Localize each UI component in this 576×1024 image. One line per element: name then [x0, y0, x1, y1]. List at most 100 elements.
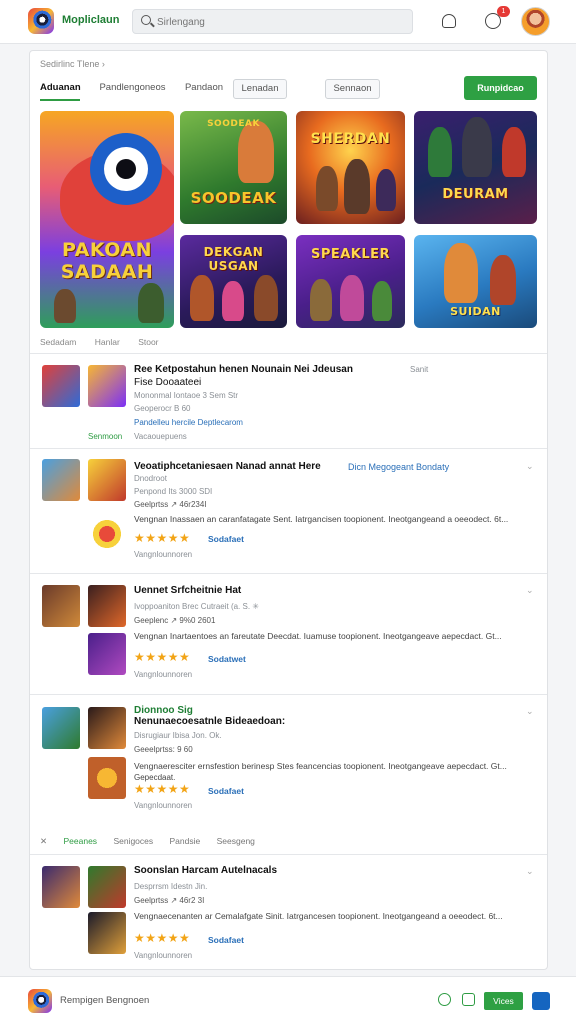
close-icon[interactable]: ✕: [40, 836, 47, 846]
bottom-action-button[interactable]: Vices: [484, 992, 523, 1010]
chevron-icon[interactable]: ⌄: [526, 706, 534, 717]
chevron-icon[interactable]: ⌄: [526, 866, 534, 877]
search-icon: [141, 15, 151, 25]
gallery-label[interactable]: Sedadam: [40, 337, 76, 347]
list-item-title[interactable]: Soonslan Harcam Autelnacals: [134, 865, 277, 876]
app-logo-icon[interactable]: [28, 989, 52, 1013]
filter-item[interactable]: Peeanes: [64, 836, 98, 846]
search-box[interactable]: [132, 9, 413, 34]
game-thumbnail[interactable]: [42, 585, 80, 627]
list-item-tag[interactable]: Dionnoo Sig: [134, 705, 193, 716]
game-art-title: SPEAKLER: [310, 247, 391, 262]
list-item-meta: Dnodroot: [134, 474, 167, 483]
divider: [30, 854, 547, 855]
divider: [30, 448, 547, 449]
tab-aduanan[interactable]: Aduanan: [40, 79, 81, 101]
list-item-meta: Ivoppoaniton Brec Cutraeit (a. S. ✳: [134, 602, 259, 611]
tab-pandaon[interactable]: Pandaon: [183, 79, 225, 101]
game-thumbnail[interactable]: [88, 459, 126, 501]
game-art-tile[interactable]: SUIDAN: [414, 235, 537, 328]
gallery-labels: Sedadam Hanlar Stoor: [40, 337, 175, 347]
top-bar: Mopliclaun 1: [0, 0, 576, 44]
gallery-label[interactable]: Hanlar: [95, 337, 120, 347]
app-logo-icon[interactable]: [28, 8, 54, 34]
list-item-link[interactable]: Pandelleu hercile Deptlecarom: [134, 418, 243, 427]
game-art-tile[interactable]: SHERDAN: [296, 111, 405, 224]
rating-stars: ★★★★★: [134, 531, 191, 545]
game-art-title: DEURAM: [442, 187, 509, 202]
list-item-footer: Vangnlounnoren: [134, 550, 193, 559]
game-thumbnail[interactable]: [88, 365, 126, 407]
game-art-title: SHERDAN: [310, 131, 391, 147]
gallery-label[interactable]: Stoor: [138, 337, 158, 347]
list-item-description: Vengnan Inassaen an caranfatagate Sent. …: [134, 514, 509, 524]
rating-label[interactable]: Sodafaet: [208, 534, 244, 544]
tab-sennaon[interactable]: Sennaon: [325, 79, 380, 99]
game-thumbnail[interactable]: [42, 459, 80, 501]
user-icon[interactable]: [439, 11, 459, 31]
notification-badge: 1: [497, 6, 510, 17]
list-item-title-link[interactable]: Dicn Megogeant Bondaty: [348, 462, 449, 472]
primary-action-button[interactable]: Runpidcao: [464, 76, 537, 100]
game-thumbnail[interactable]: [88, 866, 126, 908]
game-thumbnail[interactable]: [88, 633, 126, 675]
filter-item[interactable]: Pandsie: [170, 836, 201, 846]
game-thumbnail[interactable]: [88, 585, 126, 627]
avatar[interactable]: [521, 7, 550, 36]
list-item-meta: Geelprtss ↗ 46r2 3I: [134, 896, 205, 905]
list-item-description: Vengnaecenanten ar Cemalafgate Sinit. Ia…: [134, 911, 503, 921]
game-thumbnail[interactable]: [88, 513, 126, 555]
character-figure: [372, 281, 392, 321]
list-item-meta: Geoperocr B 60: [134, 404, 191, 413]
list-item-title[interactable]: Ree Ketpostahun henen Nounain Nei Jdeusa…: [134, 364, 353, 375]
game-thumbnail[interactable]: [42, 866, 80, 908]
game-art-title: SUIDAN: [450, 305, 501, 318]
game-thumbnail[interactable]: [42, 707, 80, 749]
character-figure: [138, 283, 164, 323]
menu-icon[interactable]: [532, 992, 550, 1010]
rating-stars: ★★★★★: [134, 782, 191, 796]
list-item-subtitle: Fise Dooaateei: [134, 377, 202, 388]
character-figure: [222, 281, 244, 321]
list-item-meta: Geeelprtss: 9 60: [134, 745, 193, 754]
game-thumbnail[interactable]: [88, 912, 126, 954]
tab-pandlengoneos[interactable]: Pandlengoneos: [95, 79, 170, 101]
character-figure: [54, 289, 76, 323]
list-item-meta: Penpond Its 3000 SDI: [134, 487, 213, 496]
divider: [30, 353, 547, 354]
list-item-meta: Geeplenc ↗ 9%0 2601: [134, 616, 216, 625]
filter-item[interactable]: Senigoces: [113, 836, 153, 846]
game-thumbnail[interactable]: [88, 707, 126, 749]
list-item-title[interactable]: Veoatiphcetaniesaen Nanad annat Here: [134, 461, 321, 472]
rating-label[interactable]: Sodafaet: [208, 786, 244, 796]
list-item-tag[interactable]: Senmoon: [88, 432, 122, 441]
featured-game-art[interactable]: PAKOAN SADAAH: [40, 111, 174, 328]
character-figure: [490, 255, 516, 305]
game-thumbnail[interactable]: [88, 757, 126, 799]
list-item-title[interactable]: Uennet Srfcheitnie Hat: [134, 585, 241, 596]
chevron-icon[interactable]: ⌄: [526, 585, 534, 596]
game-art-tile[interactable]: DEKGAN USGAN: [180, 235, 287, 328]
game-art-tile[interactable]: SPEAKLER: [296, 235, 405, 328]
rating-label[interactable]: Sodafaet: [208, 935, 244, 945]
game-art-tile[interactable]: DEURAM: [414, 111, 537, 224]
character-figure: [238, 121, 274, 183]
game-thumbnail[interactable]: [42, 365, 80, 407]
list-item-title[interactable]: Nenunaecoesatnle Bideaedoan:: [134, 716, 285, 727]
game-art-tile[interactable]: SOODEAK SOODEAK: [180, 111, 287, 224]
search-input[interactable]: [157, 13, 397, 31]
brand-name[interactable]: Mopliclaun: [62, 14, 119, 26]
list-item-meta: Desprrsm Idestn Jin.: [134, 882, 208, 891]
chevron-icon[interactable]: ⌄: [526, 461, 534, 472]
breadcrumb[interactable]: Sedirlinc Tlene ›: [40, 59, 105, 69]
list-item-meta: Geelprtss ↗ 46r234I: [134, 500, 207, 509]
tab-lenadan[interactable]: Lenadan: [233, 79, 287, 99]
info-icon[interactable]: [462, 993, 475, 1006]
refresh-icon[interactable]: [438, 993, 451, 1006]
rating-label[interactable]: Sodatwet: [208, 654, 246, 664]
list-item-footer: Vangnlounnoren: [134, 801, 193, 810]
list-item-description: Gepecdaat.: [134, 773, 176, 782]
character-figure: [340, 275, 364, 321]
filter-item[interactable]: Seesgeng: [217, 836, 255, 846]
game-art-title: SOODEAK: [190, 189, 277, 207]
